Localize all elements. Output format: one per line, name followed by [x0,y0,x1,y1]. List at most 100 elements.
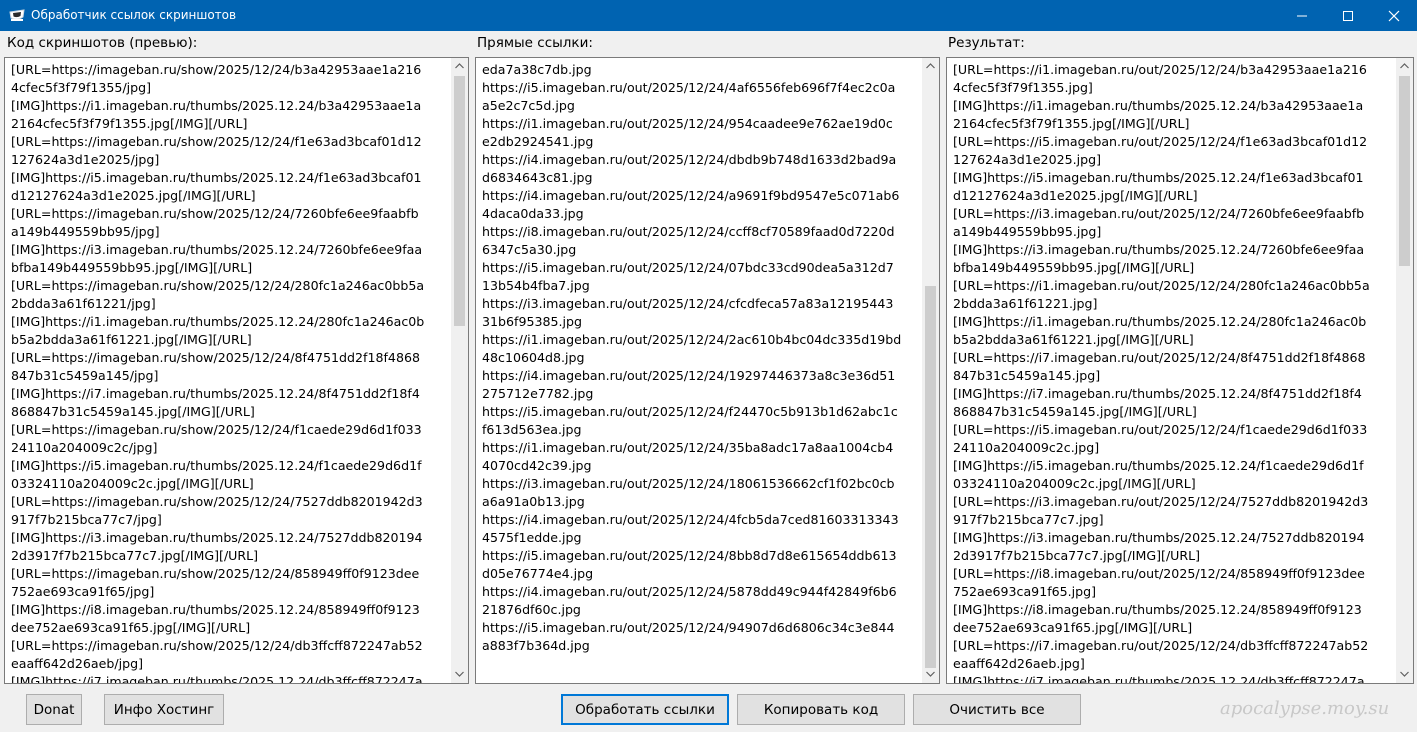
text-line: https://i5.imageban.ru/out/2025/12/24/4a… [482,80,896,95]
text-line: https://i4.imageban.ru/out/2025/12/24/db… [482,152,897,167]
preview-scroll-thumb[interactable] [454,76,465,326]
close-button[interactable] [1371,0,1417,31]
text-line: 275712e7782.jpg [482,386,594,401]
text-line: [IMG]https://i8.imageban.ru/thumbs/2025.… [953,602,1362,617]
text-line: dee752ae693ca91f65.jpg[/IMG][/URL] [11,620,251,635]
text-line: 2bdda3a61f61221/jpg] [11,296,156,311]
info-hosting-button[interactable]: Инфо Хостинг [104,694,224,725]
text-line: bfba149b449559bb95.jpg[/IMG][/URL] [11,260,253,275]
maximize-icon [1343,11,1353,21]
text-line: a883f7b364d.jpg [482,638,590,653]
donat-button[interactable]: Donat [26,694,82,725]
text-line: 127624a3d1e2025.jpg] [953,152,1102,167]
text-line: b5a2bdda3a61f61221.jpg[/IMG][/URL] [953,332,1194,347]
text-line: 21876df60c.jpg [482,602,581,617]
minimize-button[interactable] [1279,0,1325,31]
text-line: d6834643c81.jpg [482,170,593,185]
text-line: 847b31c5459a145/jpg] [11,368,159,383]
scroll-down-arrow[interactable] [451,666,468,683]
text-line: 24110a204009c2c/jpg] [11,440,158,455]
text-line: [IMG]https://i1.imageban.ru/thumbs/2025.… [11,98,422,113]
text-line: 4070cd42c39.jpg [482,458,592,473]
scroll-up-arrow[interactable] [451,58,468,75]
text-line: 4cfec5f3f79f1355/jpg] [11,80,152,95]
result-label: Результат: [948,35,1025,51]
title-bar[interactable]: Обработчик ссылок скриншотов [0,0,1417,31]
text-line: 847b31c5459a145.jpg] [953,368,1101,383]
text-line: [IMG]https://i7.imageban.ru/thumbs/2025.… [953,674,1365,684]
text-line: https://i1.imageban.ru/out/2025/12/24/95… [482,116,893,131]
text-line: 127624a3d1e2025/jpg] [11,152,160,167]
direct-links-textarea[interactable]: eda7a38c7db.jpg https://i5.imageban.ru/ou… [475,57,940,684]
text-line: 917f7b215bca77c7/jpg] [11,512,162,527]
text-line: f613d563ea.jpg [482,422,582,437]
text-line: 31b6f95385.jpg [482,314,583,329]
text-line: d05e76774e4.jpg [482,566,594,581]
text-line: https://i3.imageban.ru/out/2025/12/24/18… [482,476,895,491]
text-line: 917f7b215bca77c7.jpg] [953,512,1104,527]
text-line: a149b449559bb95/jpg] [11,224,160,239]
text-line: d12127624a3d1e2025.jpg[/IMG][/URL] [11,188,256,203]
text-line: 24110a204009c2c.jpg] [953,440,1100,455]
text-line: 2164cfec5f3f79f1355.jpg[/IMG][/URL] [953,116,1190,131]
text-line: [URL=https://i1.imageban.ru/out/2025/12/… [953,62,1367,77]
text-line: https://i4.imageban.ru/out/2025/12/24/a9… [482,188,900,203]
maximize-button[interactable] [1325,0,1371,31]
text-line: a5e2c7c5d.jpg [482,98,575,113]
preview-text: [URL=https://imageban.ru/show/2025/12/24… [11,61,425,683]
process-links-button[interactable]: Обработать ссылки [561,694,729,725]
result-scrollbar[interactable] [1396,58,1413,683]
text-line: [URL=https://imageban.ru/show/2025/12/24… [11,206,419,221]
text-line: 4daca0da33.jpg [482,206,584,221]
preview-scrollbar[interactable] [451,58,468,683]
text-line: [IMG]https://i5.imageban.ru/thumbs/2025.… [11,458,422,473]
text-line: 03324110a204009c2c.jpg[/IMG][/URL] [953,476,1196,491]
copy-code-button[interactable]: Копировать код [737,694,905,725]
text-line: 868847b31c5459a145.jpg[/IMG][/URL] [953,404,1197,419]
text-line: [URL=https://imageban.ru/show/2025/12/24… [11,566,420,581]
direct-links-scrollbar[interactable] [922,58,939,683]
chevron-up-icon [455,63,464,69]
text-line: [IMG]https://i3.imageban.ru/thumbs/2025.… [953,242,1365,257]
text-line: 752ae693ca91f65.jpg] [953,584,1097,599]
text-line: a149b449559bb95.jpg] [953,224,1102,239]
text-line: 13b54b4fba7.jpg [482,278,590,293]
text-line: https://i5.imageban.ru/out/2025/12/24/f2… [482,404,898,419]
text-line: eda7a38c7db.jpg [482,62,592,77]
scroll-down-arrow[interactable] [922,666,939,683]
scroll-up-arrow[interactable] [1396,58,1413,75]
text-line: [URL=https://imageban.ru/show/2025/12/24… [11,62,422,77]
text-line: https://i5.imageban.ru/out/2025/12/24/07… [482,260,894,275]
chevron-down-icon [455,671,464,677]
text-line: dee752ae693ca91f65.jpg[/IMG][/URL] [953,620,1193,635]
text-line: [URL=https://i7.imageban.ru/out/2025/12/… [953,350,1366,365]
text-line: 6347c5a30.jpg [482,242,577,257]
text-line: [IMG]https://i1.imageban.ru/thumbs/2025.… [11,314,425,329]
text-line: 868847b31c5459a145.jpg[/IMG][/URL] [11,404,255,419]
text-line: bfba149b449559bb95.jpg[/IMG][/URL] [953,260,1195,275]
direct-links-scroll-thumb[interactable] [925,286,936,668]
result-scroll-thumb[interactable] [1399,76,1410,266]
text-line: https://i4.imageban.ru/out/2025/12/24/4f… [482,512,899,527]
result-textarea[interactable]: [URL=https://i1.imageban.ru/out/2025/12/… [946,57,1414,684]
text-line: [URL=https://i7.imageban.ru/out/2025/12/… [953,638,1369,653]
scroll-up-arrow[interactable] [922,58,939,75]
text-line: https://i8.imageban.ru/out/2025/12/24/cc… [482,224,895,239]
text-line: b5a2bdda3a61f61221.jpg[/IMG][/URL] [11,332,252,347]
text-line: 4575f1edde.jpg [482,530,582,545]
text-line: [IMG]https://i3.imageban.ru/thumbs/2025.… [11,530,423,545]
text-line: 2164cfec5f3f79f1355.jpg[/IMG][/URL] [11,116,248,131]
text-line: https://i1.imageban.ru/out/2025/12/24/2a… [482,332,902,347]
text-line: [IMG]https://i1.imageban.ru/thumbs/2025.… [953,314,1367,329]
close-icon [1388,10,1400,22]
preview-textarea[interactable]: [URL=https://imageban.ru/show/2025/12/24… [4,57,469,684]
scroll-down-arrow[interactable] [1396,666,1413,683]
text-line: 752ae693ca91f65/jpg] [11,584,155,599]
chevron-up-icon [926,63,935,69]
text-line: 2bdda3a61f61221.jpg] [953,296,1098,311]
clear-all-button[interactable]: Очистить все [913,694,1081,725]
text-line: [URL=https://imageban.ru/show/2025/12/24… [11,494,423,509]
watermark: apocalypse.moy.su [1220,698,1390,719]
text-line: [IMG]https://i1.imageban.ru/thumbs/2025.… [953,98,1364,113]
text-line: [URL=https://imageban.ru/show/2025/12/24… [11,350,420,365]
